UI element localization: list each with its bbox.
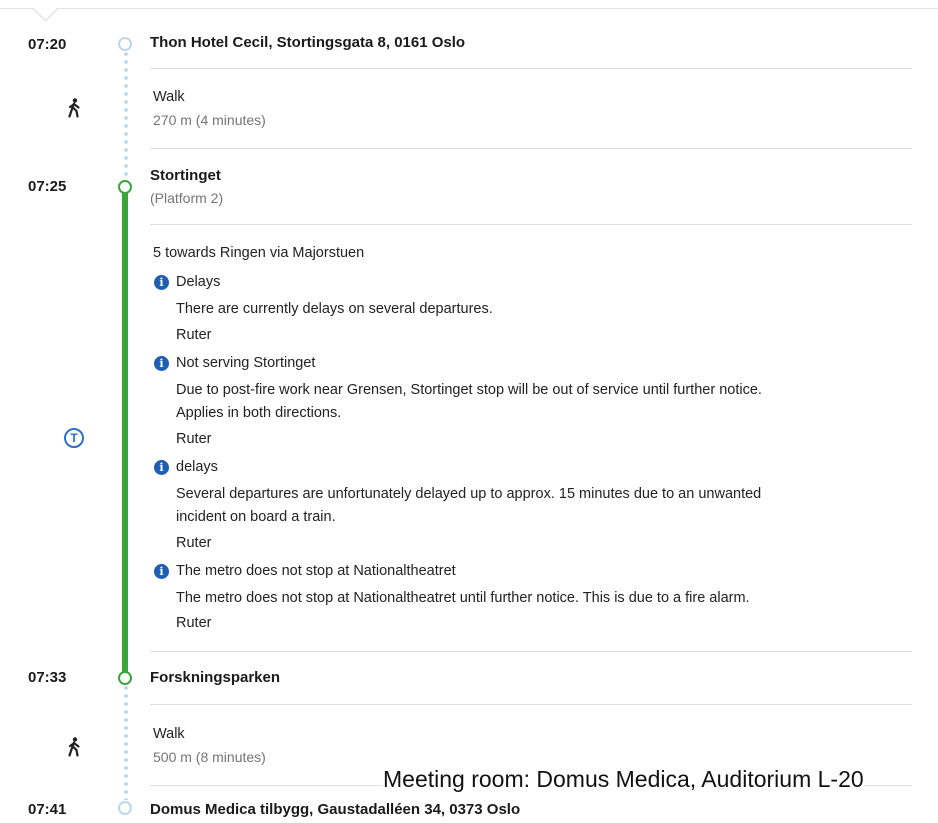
arrival-time: 07:41 [28, 801, 67, 818]
departure-time: 07:20 [28, 36, 67, 53]
divider [150, 68, 912, 69]
platform-info: (Platform 2) [150, 190, 224, 206]
walk-connector [124, 50, 128, 178]
divider [150, 148, 912, 149]
alert-text: There are currently delays on several de… [176, 301, 493, 317]
arrival-time: 07:33 [28, 669, 67, 686]
walk-mode-label: Walk [153, 726, 185, 742]
alert-title[interactable]: Delays [176, 274, 220, 290]
alert-text: incident on board a train. [176, 509, 336, 525]
walk-distance: 270 m (4 minutes) [153, 112, 266, 128]
alert-source: Ruter [176, 327, 212, 343]
departure-time: 07:25 [28, 178, 67, 195]
alert-text: Applies in both directions. [176, 405, 342, 421]
walk-mode-label: Walk [153, 89, 185, 105]
alert-title[interactable]: delays [176, 459, 218, 475]
stop-node [118, 671, 132, 685]
top-panel-edge [0, 0, 938, 9]
walk-connector [124, 684, 128, 800]
divider [150, 704, 912, 705]
alert-text: Due to post-fire work near Grensen, Stor… [176, 382, 762, 398]
info-icon: i [154, 460, 169, 475]
info-icon: i [154, 564, 169, 579]
stop-node [118, 801, 132, 815]
divider [150, 224, 912, 225]
alert-text: Several departures are unfortunately del… [176, 486, 762, 502]
alert-source: Ruter [176, 535, 212, 551]
alert-text: The metro does not stop at Nationaltheat… [176, 590, 750, 606]
alert-title[interactable]: Not serving Stortinget [176, 355, 315, 371]
walk-distance: 500 m (8 minutes) [153, 749, 266, 765]
info-icon: i [154, 356, 169, 371]
meeting-room-caption: Meeting room: Domus Medica, Auditorium L… [383, 766, 864, 793]
stop-node [118, 180, 132, 194]
walking-person-icon [68, 737, 80, 757]
stop-node [118, 37, 132, 51]
stop-name[interactable]: Thon Hotel Cecil, Stortingsgata 8, 0161 … [150, 34, 465, 51]
stop-name[interactable]: Domus Medica tilbygg, Gaustadalléen 34, … [150, 801, 520, 818]
alert-source: Ruter [176, 431, 212, 447]
stop-name[interactable]: Forskningsparken [150, 669, 280, 686]
line-direction: 5 towards Ringen via Majorstuen [153, 245, 365, 261]
alert-source: Ruter [176, 615, 212, 631]
metro-t-icon: T [64, 428, 84, 448]
alert-title[interactable]: The metro does not stop at Nationaltheat… [176, 563, 456, 579]
metro-line-connector [122, 188, 128, 673]
divider [150, 651, 912, 652]
info-icon: i [154, 275, 169, 290]
stop-name[interactable]: Stortinget [150, 167, 221, 184]
walking-person-icon [68, 98, 80, 118]
